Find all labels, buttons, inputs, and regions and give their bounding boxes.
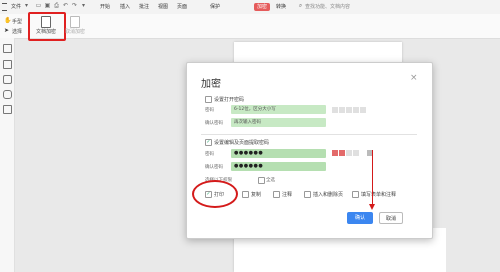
search-icon[interactable]: ⌕ (297, 2, 304, 10)
form-permission-label: 填写表单和注释 (361, 192, 397, 198)
dropdown-icon[interactable]: ▾ (80, 2, 87, 10)
tab-encrypt[interactable]: 加密 (254, 3, 271, 11)
select-tool-label[interactable]: 选择 (12, 28, 22, 35)
open-password-label: 密码 (205, 108, 214, 113)
annotation-arrow-line (372, 150, 373, 206)
edit-confirm-field[interactable]: ●●●●●● (231, 162, 326, 171)
cancel-button[interactable]: 取消 (379, 212, 403, 224)
edit-password-field[interactable]: ●●●●●● (231, 149, 326, 158)
left-sidebar (0, 38, 15, 272)
open-password-section-label: 设置打开密码 (214, 97, 245, 103)
form-permission-checkbox[interactable] (352, 191, 359, 198)
tab-page[interactable]: 页面 (177, 3, 187, 10)
close-icon[interactable]: × (410, 73, 418, 83)
insert-delete-permission-checkbox[interactable] (304, 191, 311, 198)
remove-encryption-label: 取消加密 (64, 29, 85, 35)
save-icon[interactable]: ▣ (44, 2, 51, 10)
hand-icon[interactable]: ✋ (4, 17, 11, 24)
insert-delete-permission-label: 插入和删除页 (313, 192, 344, 198)
search-input[interactable]: 查找功能、文档内容 (305, 3, 350, 10)
comment-icon[interactable] (3, 75, 12, 84)
toolbar: ✋ 手型 ➤ 选择 文档加密 取消加密 (0, 12, 500, 41)
open-password-field[interactable]: 6-12位，区分大小写 (231, 105, 326, 114)
stamp-icon[interactable] (3, 105, 12, 114)
remove-encryption-button[interactable]: 取消加密 (61, 16, 89, 35)
annotation-ellipse (192, 180, 238, 208)
edit-password-checkbox[interactable]: ✓ (205, 139, 212, 146)
print-icon[interactable]: ⎙ (53, 2, 60, 10)
tab-insert[interactable]: 插入 (120, 3, 130, 10)
redo-icon[interactable]: ↷ (71, 2, 78, 10)
section-divider (201, 134, 417, 135)
document-unlock-icon (70, 16, 80, 28)
encrypt-document-button[interactable]: 文档加密 (31, 16, 61, 35)
copy-permission-checkbox[interactable] (242, 191, 249, 198)
edit-password-section-label: 设置编辑及页面提取密码 (214, 140, 270, 146)
encrypt-dialog: 加密 × 设置打开密码 密码 6-12位，区分大小写 确认密码 再次输入密码 ✓… (186, 62, 433, 239)
tab-protect[interactable]: 保护 (210, 3, 220, 10)
edit-confirm-label: 确认密码 (205, 165, 223, 170)
confirm-button[interactable]: 确认 (347, 212, 373, 224)
tab-convert[interactable]: 转换 (276, 3, 286, 10)
annotate-permission-label: 注释 (282, 192, 293, 198)
tab-view[interactable]: 视图 (158, 3, 168, 10)
open-folder-icon[interactable]: ▭ (35, 2, 42, 10)
edit-password-label: 密码 (205, 152, 214, 157)
document-lock-icon (41, 16, 51, 28)
dialog-title: 加密 (201, 79, 221, 90)
annotate-permission-checkbox[interactable] (273, 191, 280, 198)
undo-icon[interactable]: ↶ (62, 2, 69, 10)
tab-annotate[interactable]: 批注 (139, 3, 149, 10)
copy-permission-label: 复制 (251, 192, 262, 198)
open-confirm-field[interactable]: 再次输入密码 (231, 118, 326, 127)
chevron-down-icon[interactable]: ▾ (23, 2, 30, 10)
thumbnail-icon[interactable] (3, 60, 12, 69)
select-all-label: 全选 (266, 178, 275, 183)
select-all-checkbox[interactable] (258, 177, 265, 184)
menu-icon[interactable] (2, 3, 7, 11)
cursor-icon[interactable]: ➤ (4, 27, 9, 34)
attachment-icon[interactable] (3, 90, 12, 99)
hand-tool-label[interactable]: 手型 (12, 18, 22, 25)
file-menu[interactable]: 文件 (11, 3, 21, 10)
open-password-checkbox[interactable] (205, 96, 212, 103)
tab-start[interactable]: 开始 (100, 3, 110, 10)
open-confirm-label: 确认密码 (205, 121, 223, 126)
encrypt-document-label: 文档加密 (35, 29, 56, 35)
bookmark-icon[interactable] (3, 44, 12, 53)
annotation-arrow-head (369, 204, 375, 210)
menu-bar: 文件 ▾ ▭ ▣ ⎙ ↶ ↷ ▾ 开始 插入 批注 视图 页面 保护 加密 转换… (0, 0, 500, 15)
